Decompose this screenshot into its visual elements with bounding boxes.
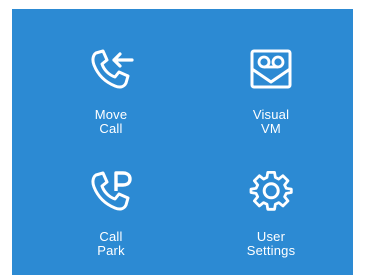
- phone-arrow-left-icon: [87, 45, 135, 93]
- user-settings-label: User Settings: [246, 229, 296, 258]
- visual-vm-button[interactable]: Visual VM: [211, 45, 331, 153]
- feature-menu-panel: Move Call Visual VM Call Park User Setti…: [12, 9, 353, 275]
- visual-vm-label: Visual VM: [252, 107, 290, 136]
- user-settings-button[interactable]: User Settings: [211, 167, 331, 275]
- call-park-button[interactable]: Call Park: [51, 167, 171, 275]
- gear-icon: [247, 167, 295, 215]
- move-call-button[interactable]: Move Call: [51, 45, 171, 153]
- phone-park-icon: [87, 167, 135, 215]
- call-park-label: Call Park: [97, 229, 125, 258]
- move-call-label: Move Call: [94, 107, 128, 136]
- voicemail-envelope-icon: [247, 45, 295, 93]
